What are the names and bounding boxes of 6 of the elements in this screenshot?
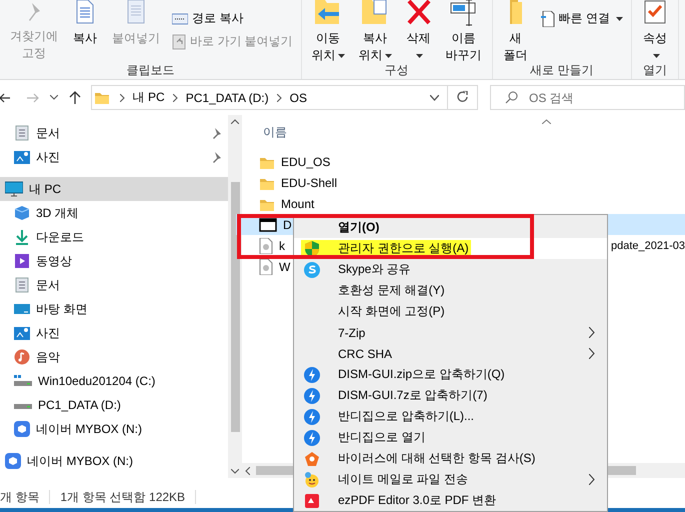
ribbon-group-label: 구성 <box>384 62 410 78</box>
status-text: 개 항목 <box>0 490 50 504</box>
ribbon-group-label: 클립보드 <box>125 62 176 78</box>
ribbon-group-label: 열기 <box>642 62 668 78</box>
status-text: 1개 항목 선택함 122KB <box>60 490 196 504</box>
ribbon-group-label: 새로 만들기 <box>529 62 595 78</box>
